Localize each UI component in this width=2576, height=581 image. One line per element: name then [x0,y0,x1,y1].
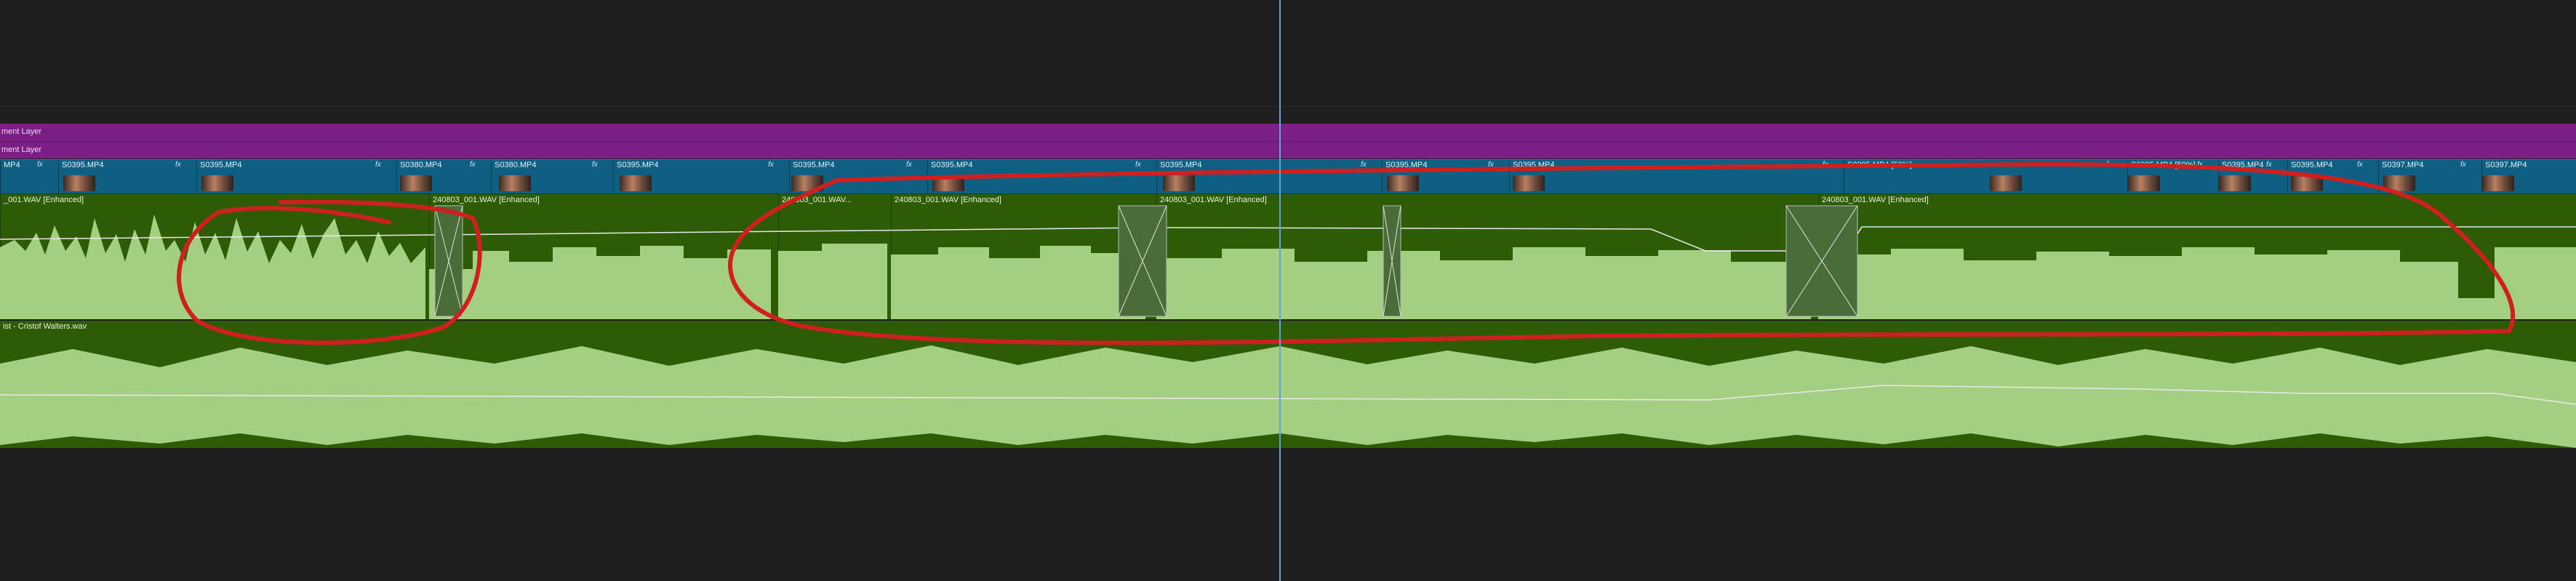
audio-waveform [1156,247,1811,319]
audio-waveform [778,244,887,319]
playhead[interactable] [1279,0,1281,581]
timeline-overlay [0,161,2576,448]
crossfade-transition[interactable] [1118,205,1167,317]
crossfade-transition[interactable] [1383,205,1401,317]
audio-waveform [891,246,1145,319]
music-waveform [0,345,2576,448]
crossfade-transition[interactable] [1785,205,1858,317]
audio-waveform [0,215,425,319]
audio-waveform [1818,247,2576,319]
crossfade-transition[interactable] [434,205,463,317]
